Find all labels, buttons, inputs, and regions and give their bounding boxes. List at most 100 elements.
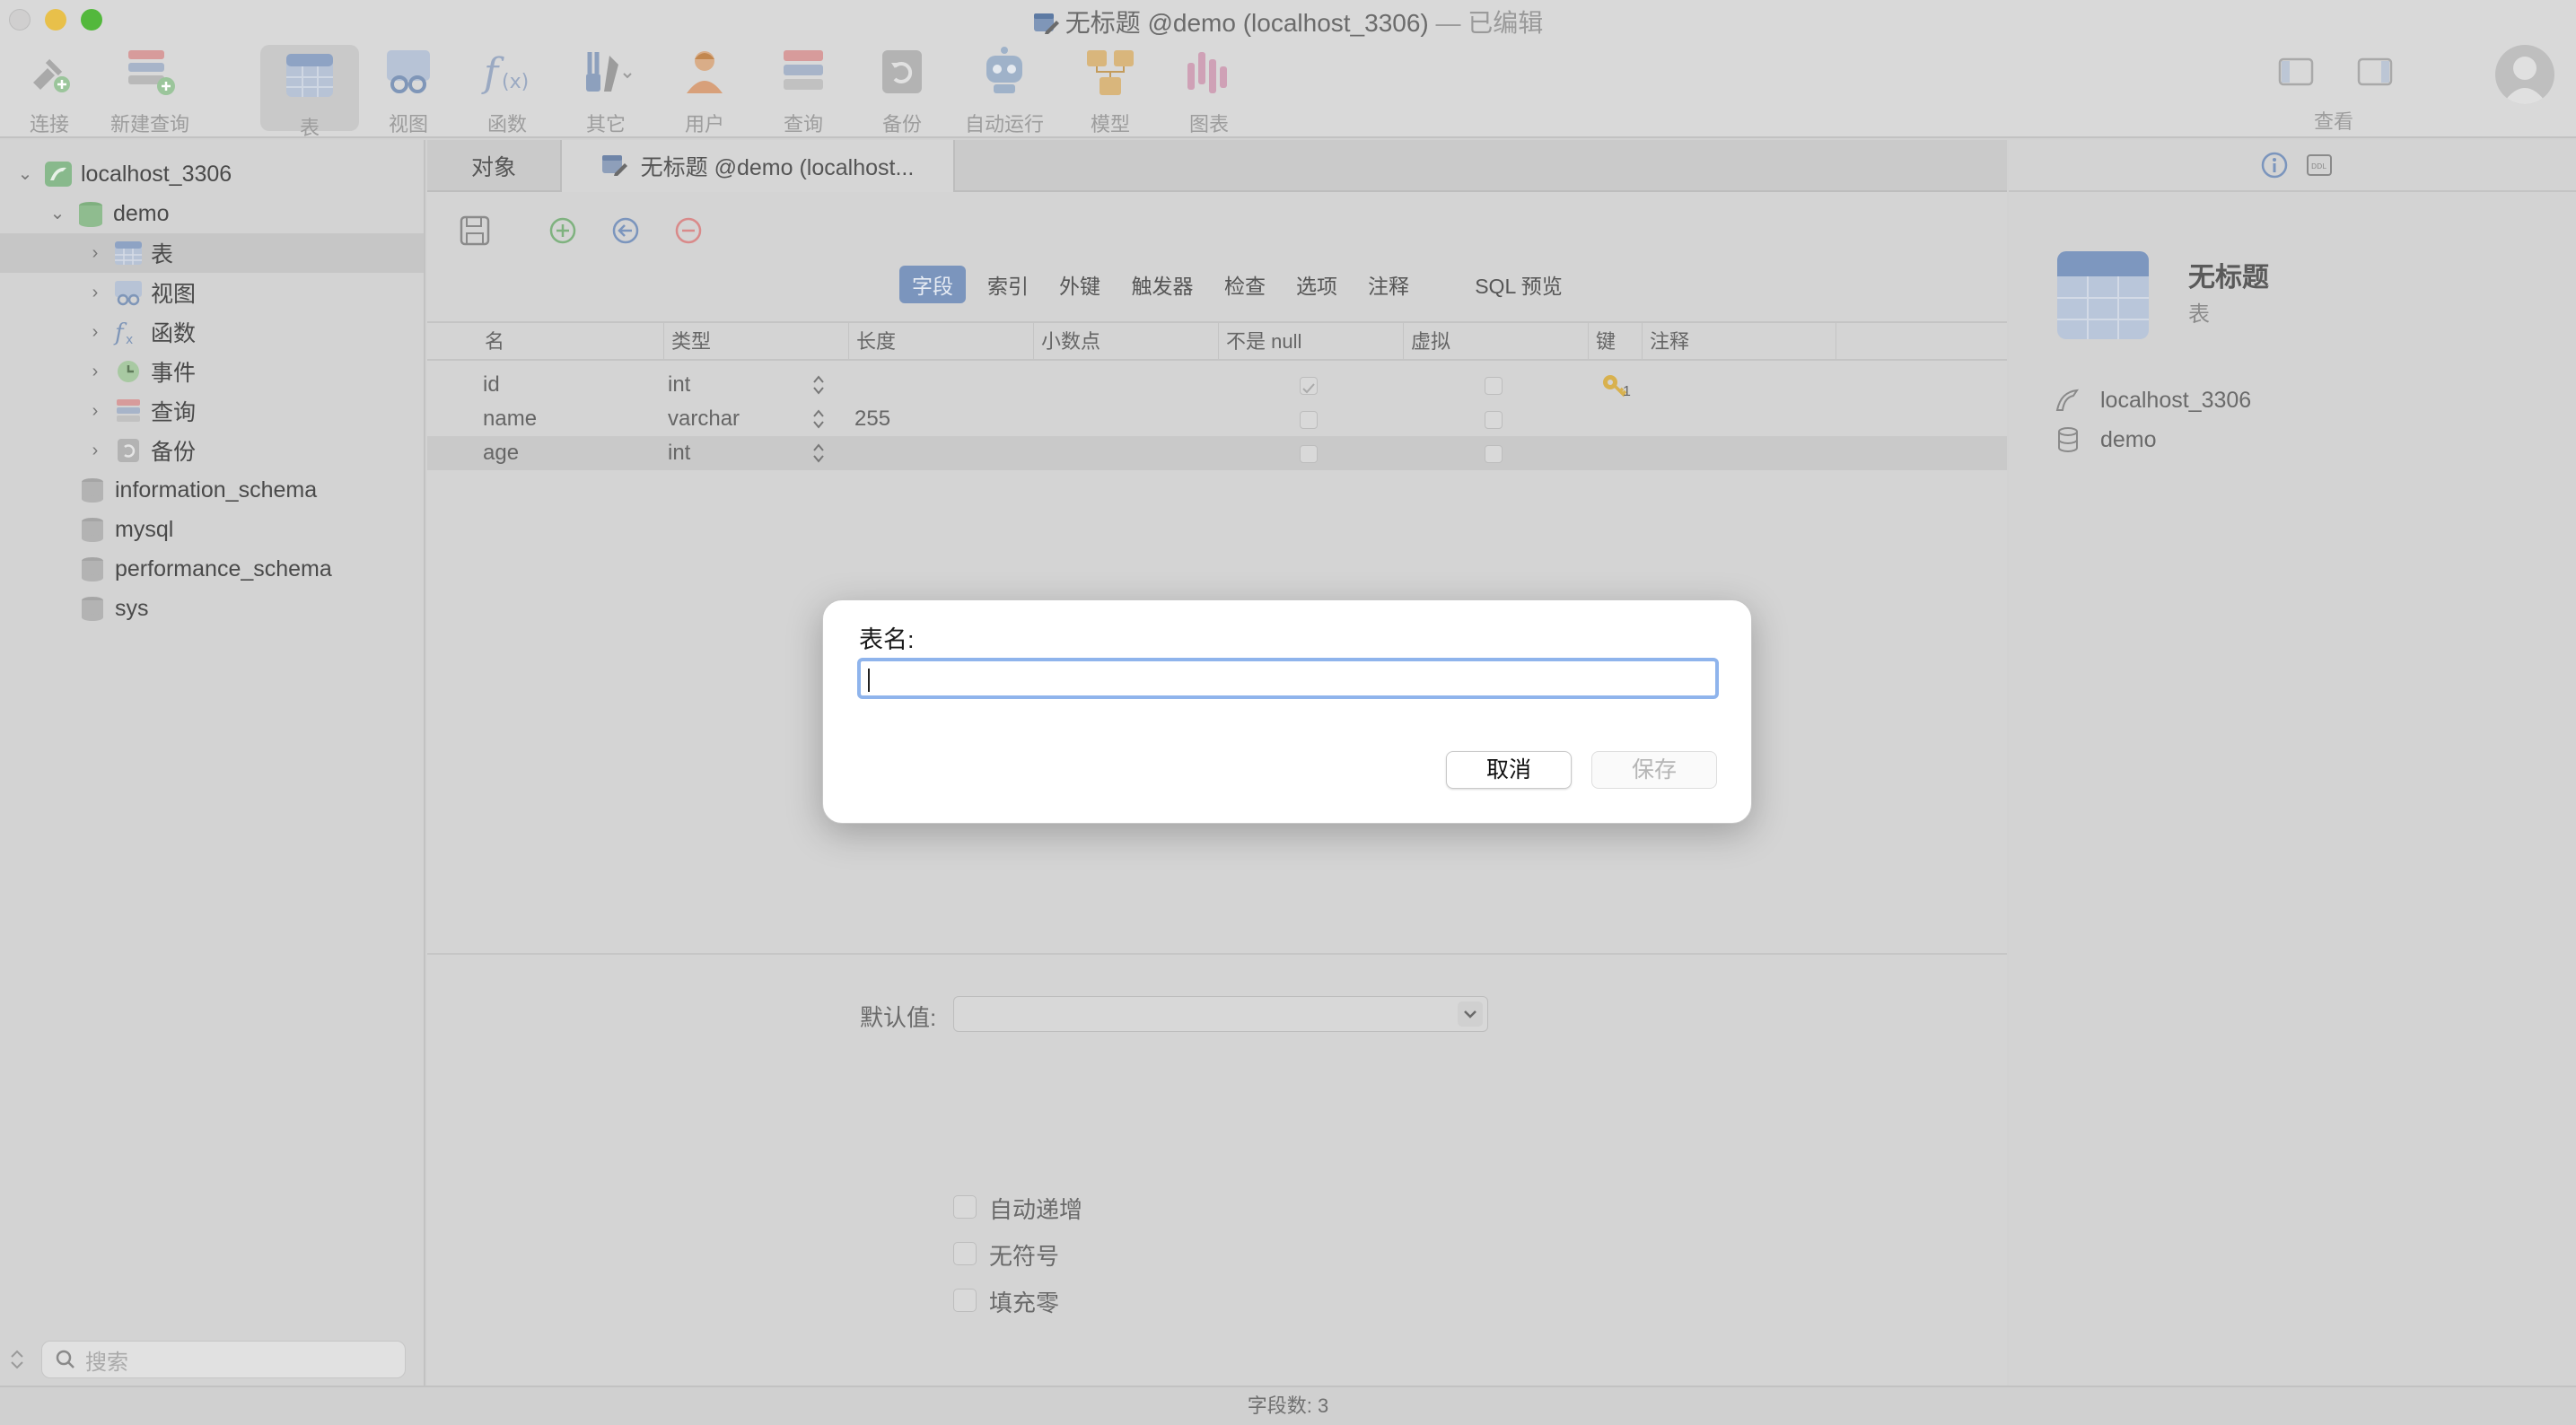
view-icon bbox=[115, 281, 142, 306]
sidebar-search-input[interactable]: 搜索 bbox=[41, 1341, 406, 1378]
chevron-right-icon[interactable]: › bbox=[83, 240, 108, 266]
account-avatar[interactable] bbox=[2495, 45, 2554, 104]
unsigned-checkbox[interactable] bbox=[953, 1242, 977, 1265]
save-button[interactable]: 保存 bbox=[1591, 751, 1717, 789]
default-value-select[interactable] bbox=[953, 996, 1488, 1032]
toolbar-table-button[interactable]: 表 bbox=[260, 45, 359, 139]
delete-field-icon[interactable] bbox=[670, 212, 707, 249]
column-header-virtual[interactable]: 虚拟 bbox=[1404, 323, 1589, 361]
toolbar-model-button[interactable]: 模型 bbox=[1061, 43, 1160, 137]
tree-database-mysql[interactable]: mysql bbox=[77, 510, 424, 549]
zerofill-checkbox[interactable] bbox=[953, 1289, 977, 1312]
tab-triggers[interactable]: 触发器 bbox=[1120, 266, 1205, 303]
field-row[interactable]: age int bbox=[427, 436, 2007, 470]
tab-indexes[interactable]: 索引 bbox=[977, 266, 1039, 303]
insert-field-icon[interactable] bbox=[607, 212, 644, 249]
not-null-checkbox[interactable] bbox=[1300, 377, 1318, 395]
tree-database-performance-schema[interactable]: performance_schema bbox=[77, 549, 424, 589]
tab-untitled-table[interactable]: 无标题 @demo (localhost... bbox=[560, 140, 955, 192]
chevron-right-icon[interactable]: › bbox=[83, 398, 108, 424]
tab-sql-preview[interactable]: SQL 预览 bbox=[1445, 266, 1592, 303]
tree-label: performance_schema bbox=[115, 555, 332, 581]
column-header-key[interactable]: 键 bbox=[1589, 323, 1643, 361]
field-row[interactable]: name varchar 255 bbox=[427, 402, 2007, 436]
tree-database-demo[interactable]: ⌄ demo bbox=[45, 194, 424, 233]
toolbar-label: 用户 bbox=[684, 113, 724, 136]
auto-increment-checkbox[interactable] bbox=[953, 1195, 977, 1219]
field-row[interactable]: id int 1 bbox=[427, 368, 2007, 402]
toolbar-label: 连接 bbox=[29, 113, 69, 136]
toolbar-connect-button[interactable]: 连接 bbox=[0, 43, 99, 137]
toolbar-label: 查询 bbox=[783, 113, 823, 136]
tree-item-functions[interactable]: › f x 函数 bbox=[83, 312, 424, 352]
info-icon[interactable] bbox=[2260, 151, 2289, 179]
save-icon[interactable] bbox=[456, 212, 494, 249]
toolbar-automation-button[interactable]: 自动运行 bbox=[955, 43, 1054, 137]
table-edit-icon bbox=[601, 155, 627, 176]
field-name-cell[interactable]: name bbox=[483, 402, 537, 436]
text-caret bbox=[868, 669, 870, 692]
toolbar-view-button[interactable]: 视图 bbox=[359, 43, 458, 137]
virtual-checkbox[interactable] bbox=[1485, 377, 1503, 395]
tree-item-tables[interactable]: › 表 bbox=[0, 233, 424, 273]
chevron-right-icon[interactable]: › bbox=[83, 359, 108, 384]
type-stepper-icon[interactable] bbox=[811, 407, 826, 431]
toolbar-query-button[interactable]: 查询 bbox=[754, 43, 853, 137]
type-stepper-icon[interactable] bbox=[811, 373, 826, 397]
toolbar-backup-button[interactable]: 备份 bbox=[853, 43, 951, 137]
tree-item-queries[interactable]: › 查询 bbox=[83, 391, 424, 431]
virtual-checkbox[interactable] bbox=[1485, 411, 1503, 429]
field-length-cell[interactable]: 255 bbox=[854, 402, 890, 436]
toolbar-chart-button[interactable]: 图表 bbox=[1160, 43, 1258, 137]
chevron-right-icon[interactable]: › bbox=[83, 280, 108, 305]
chevron-right-icon[interactable]: › bbox=[83, 438, 108, 463]
field-name-cell[interactable]: age bbox=[483, 436, 519, 470]
column-header-not-null[interactable]: 不是 null bbox=[1219, 323, 1404, 361]
ddl-icon[interactable]: DDL bbox=[2305, 151, 2334, 179]
chevron-right-icon[interactable]: › bbox=[83, 319, 108, 345]
toggle-right-panel-icon[interactable] bbox=[2355, 56, 2395, 88]
chevron-down-icon[interactable]: ⌄ bbox=[13, 162, 38, 187]
toggle-left-panel-icon[interactable] bbox=[2276, 56, 2316, 88]
toolbar-user-button[interactable]: 用户 bbox=[655, 43, 754, 137]
tree-label: 函数 bbox=[151, 321, 197, 346]
column-header-type[interactable]: 类型 bbox=[664, 323, 849, 361]
tree-item-events[interactable]: › 事件 bbox=[83, 352, 424, 391]
chevron-down-icon[interactable]: ⌄ bbox=[45, 201, 70, 226]
tab-options[interactable]: 选项 bbox=[1285, 266, 1348, 303]
cancel-button[interactable]: 取消 bbox=[1446, 751, 1572, 789]
tree-database-information-schema[interactable]: information_schema bbox=[77, 470, 424, 510]
tree-item-views[interactable]: › 视图 bbox=[83, 273, 424, 312]
virtual-checkbox[interactable] bbox=[1485, 445, 1503, 463]
mysql-connection-icon bbox=[45, 162, 72, 187]
tab-comments[interactable]: 注释 bbox=[1357, 266, 1420, 303]
info-connection: localhost_3306 bbox=[2054, 382, 2251, 418]
toolbar-other-button[interactable]: 其它 bbox=[556, 43, 655, 137]
database-icon bbox=[82, 478, 103, 503]
column-header-decimals[interactable]: 小数点 bbox=[1034, 323, 1219, 361]
tab-objects[interactable]: 对象 bbox=[427, 140, 560, 192]
tab-fields[interactable]: 字段 bbox=[899, 266, 966, 303]
column-header-comment[interactable]: 注释 bbox=[1643, 323, 1836, 361]
svg-text:x: x bbox=[126, 333, 133, 345]
user-icon bbox=[687, 51, 723, 93]
column-header-name[interactable]: 名 bbox=[478, 323, 664, 361]
tree-item-backups[interactable]: › 备份 bbox=[83, 431, 424, 470]
column-header-length[interactable]: 长度 bbox=[849, 323, 1034, 361]
field-name-cell[interactable]: id bbox=[483, 368, 500, 402]
type-stepper-icon[interactable] bbox=[811, 441, 826, 465]
tree-database-sys[interactable]: sys bbox=[77, 589, 424, 628]
tab-foreign-keys[interactable]: 外键 bbox=[1048, 266, 1111, 303]
not-null-checkbox[interactable] bbox=[1300, 445, 1318, 463]
field-type-cell[interactable]: int bbox=[668, 368, 690, 402]
toolbar-new-query-button[interactable]: 新建查询 bbox=[101, 43, 199, 137]
toolbar-function-button[interactable]: f (x) 函数 bbox=[458, 43, 556, 137]
field-type-cell[interactable]: varchar bbox=[668, 402, 740, 436]
tree-connection[interactable]: ⌄ localhost_3306 bbox=[13, 154, 424, 194]
table-name-input[interactable] bbox=[857, 658, 1719, 699]
field-type-cell[interactable]: int bbox=[668, 436, 690, 470]
not-null-checkbox[interactable] bbox=[1300, 411, 1318, 429]
sort-icon[interactable] bbox=[7, 1346, 27, 1373]
add-field-icon[interactable] bbox=[544, 212, 582, 249]
tab-checks[interactable]: 检查 bbox=[1214, 266, 1276, 303]
